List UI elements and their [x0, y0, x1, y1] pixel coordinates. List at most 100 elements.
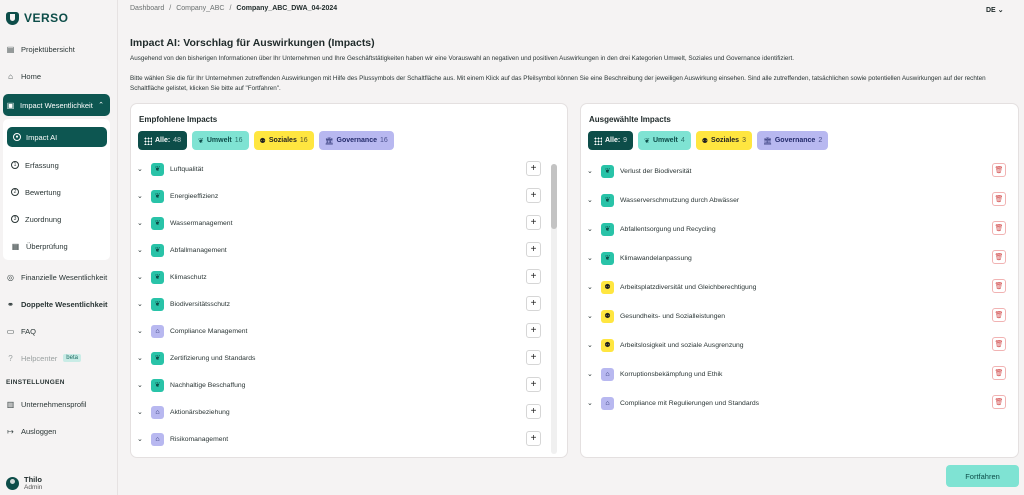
breadcrumb-company[interactable]: Company_ABC	[176, 5, 224, 12]
list-item[interactable]: ⌄ ⌂ Risikomanagement	[137, 428, 228, 450]
list-item[interactable]: ⌄ ❦ Zertifizierung und Standards	[137, 347, 255, 369]
add-button[interactable]: +	[526, 323, 541, 338]
list-item[interactable]: ⌄ ⌂ Aktionärsbeziehung	[137, 401, 230, 423]
chevron-down-icon[interactable]: ⌄	[587, 283, 597, 291]
add-button[interactable]: +	[526, 404, 541, 419]
chevron-down-icon[interactable]: ⌄	[137, 327, 147, 335]
chevron-down-icon[interactable]: ⌄	[587, 167, 597, 175]
filter-umwelt[interactable]: ❦ Umwelt 16	[191, 131, 249, 150]
building-icon: ⌂	[151, 432, 164, 446]
subnav-item-bewertung[interactable]: 2 Bewertung	[3, 182, 110, 202]
chevron-down-icon[interactable]: ⌄	[137, 165, 147, 173]
sidebar-item-helpcenter[interactable]: ? Helpcenter beta	[0, 348, 118, 368]
chevron-down-icon[interactable]: ⌄	[587, 370, 597, 378]
sidebar-item-financial-materiality[interactable]: ◎ Finanzielle Wesentlichkeit	[0, 267, 118, 287]
add-button[interactable]: +	[526, 431, 541, 446]
continue-button[interactable]: Fortfahren	[946, 465, 1019, 487]
add-button[interactable]: +	[526, 377, 541, 392]
sidebar-item-home[interactable]: ⌂ Home	[0, 66, 118, 86]
list-item[interactable]: ⌄ ⌂ Korruptionsbekämpfung und Ethik	[587, 363, 722, 385]
subnav-label: Bewertung	[25, 187, 61, 197]
sidebar-item-company-profile[interactable]: ▥ Unternehmensprofil	[0, 394, 118, 414]
filter-soziales[interactable]: ⚉ Soziales 16	[253, 131, 314, 150]
list-item[interactable]: ⌄ ❦ Klimaschutz	[137, 266, 207, 288]
chevron-down-icon[interactable]: ⌄	[137, 300, 147, 308]
leaf-icon: ❦	[151, 270, 164, 284]
add-button[interactable]: +	[526, 161, 541, 176]
add-button[interactable]: +	[526, 296, 541, 311]
leaf-icon: ❦	[151, 351, 164, 365]
list-item[interactable]: ⌄ ❦ Abfallmanagement	[137, 239, 227, 261]
list-item[interactable]: ⌄ ⌂ Compliance Management	[137, 320, 247, 342]
chevron-down-icon[interactable]: ⌄	[137, 219, 147, 227]
chevron-down-icon[interactable]: ⌄	[587, 254, 597, 262]
leaf-icon: ❦	[601, 193, 614, 207]
chevron-down-icon[interactable]: ⌄	[137, 273, 147, 281]
subnav-item-zuordnung[interactable]: 3 Zuordnung	[3, 209, 110, 229]
delete-button[interactable]: 🗑	[992, 279, 1006, 293]
list-item[interactable]: ⌄ ⌂ Compliance mit Regulierungen und Stand…	[587, 392, 759, 414]
delete-button[interactable]: 🗑	[992, 221, 1006, 235]
chevron-down-icon: ⌄	[997, 7, 1004, 14]
chevron-down-icon[interactable]: ⌄	[137, 354, 147, 362]
list-item[interactable]: ⌄ ❦ Luftqualität	[137, 158, 203, 180]
language-select[interactable]: DE ⌄	[986, 6, 1004, 14]
filter-umwelt[interactable]: ❦ Umwelt 4	[638, 131, 691, 150]
breadcrumb-dashboard[interactable]: Dashboard	[130, 5, 164, 12]
delete-button[interactable]: 🗑	[992, 395, 1006, 409]
chevron-down-icon[interactable]: ⌄	[587, 196, 597, 204]
list-item[interactable]: ⌄ ❦ Abfallentsorgung und Recycling	[587, 218, 716, 240]
delete-button[interactable]: 🗑	[992, 308, 1006, 322]
filter-governance[interactable]: 🏛 Governance 16	[318, 131, 394, 150]
delete-button[interactable]: 🗑	[992, 337, 1006, 351]
user-profile[interactable]: Thilo Admin	[6, 475, 42, 491]
chevron-down-icon[interactable]: ⌄	[137, 192, 147, 200]
sidebar-item-project-overview[interactable]: ▤ Projektübersicht	[0, 39, 118, 59]
list-item[interactable]: ⌄ ⚉ Arbeitsplatzdiversität und Gleichberec…	[587, 276, 756, 298]
scrollbar-thumb[interactable]	[551, 164, 557, 229]
logo[interactable]: VERSO	[6, 11, 69, 25]
add-button[interactable]: +	[526, 188, 541, 203]
filter-all[interactable]: Alle: 48	[138, 131, 187, 150]
list-item[interactable]: ⌄ ⚉ Arbeitslosigkeit und soziale Ausgrenzu…	[587, 334, 744, 356]
add-button[interactable]: +	[526, 242, 541, 257]
chevron-down-icon[interactable]: ⌄	[137, 246, 147, 254]
sidebar-item-double-materiality[interactable]: ⚭ Doppelte Wesentlichkeit	[0, 294, 118, 314]
filter-all[interactable]: Alle: 9	[588, 131, 634, 150]
verso-logo-icon	[6, 11, 19, 25]
language-value: DE	[986, 7, 996, 14]
subnav-item-ueberpruefung[interactable]: ▦ Überprüfung	[3, 236, 110, 256]
chevron-down-icon[interactable]: ⌄	[137, 408, 147, 416]
delete-button[interactable]: 🗑	[992, 250, 1006, 264]
subnav-item-erfassung[interactable]: 1 Erfassung	[3, 155, 110, 175]
list-item[interactable]: ⌄ ❦ Nachhaltige Beschaffung	[137, 374, 245, 396]
sidebar-item-logout[interactable]: ↦ Ausloggen	[0, 421, 118, 441]
subnav-item-impact-ai[interactable]: ● Impact AI	[7, 127, 107, 147]
list-item[interactable]: ⌄ ❦ Klimawandelanpassung	[587, 247, 692, 269]
add-button[interactable]: +	[526, 269, 541, 284]
chevron-down-icon[interactable]: ⌄	[587, 225, 597, 233]
list-item[interactable]: ⌄ ❦ Biodiversitätsschutz	[137, 293, 230, 315]
chevron-down-icon[interactable]: ⌄	[137, 435, 147, 443]
list-item[interactable]: ⌄ ⚉ Gesundheits- und Sozialleistungen	[587, 305, 725, 327]
panel-title: Empfohlene Impacts	[139, 115, 218, 124]
delete-button[interactable]: 🗑	[992, 163, 1006, 177]
add-button[interactable]: +	[526, 350, 541, 365]
filter-soziales[interactable]: ⚉ Soziales 3	[695, 131, 752, 150]
list-item[interactable]: ⌄ ❦ Verlust der Biodiversität	[587, 160, 691, 182]
add-button[interactable]: +	[526, 215, 541, 230]
chevron-down-icon[interactable]: ⌄	[587, 399, 597, 407]
sidebar-item-impact-materiality[interactable]: ▣ Impact Wesentlichkeit ⌃	[3, 94, 110, 116]
chevron-down-icon[interactable]: ⌄	[137, 381, 147, 389]
leaf-icon: ❦	[151, 243, 164, 257]
delete-button[interactable]: 🗑	[992, 192, 1006, 206]
chevron-down-icon[interactable]: ⌄	[587, 312, 597, 320]
sidebar-item-faq[interactable]: ▭ FAQ	[0, 321, 118, 341]
list-item[interactable]: ⌄ ❦ Wassermanagement	[137, 212, 232, 234]
list-item[interactable]: ⌄ ❦ Wasserverschmutzung durch Abwässer	[587, 189, 739, 211]
scrollbar[interactable]	[551, 164, 557, 454]
list-item[interactable]: ⌄ ❦ Energieeffizienz	[137, 185, 218, 207]
delete-button[interactable]: 🗑	[992, 366, 1006, 380]
filter-governance[interactable]: 🏛 Governance 2	[756, 131, 829, 150]
chevron-down-icon[interactable]: ⌄	[587, 341, 597, 349]
